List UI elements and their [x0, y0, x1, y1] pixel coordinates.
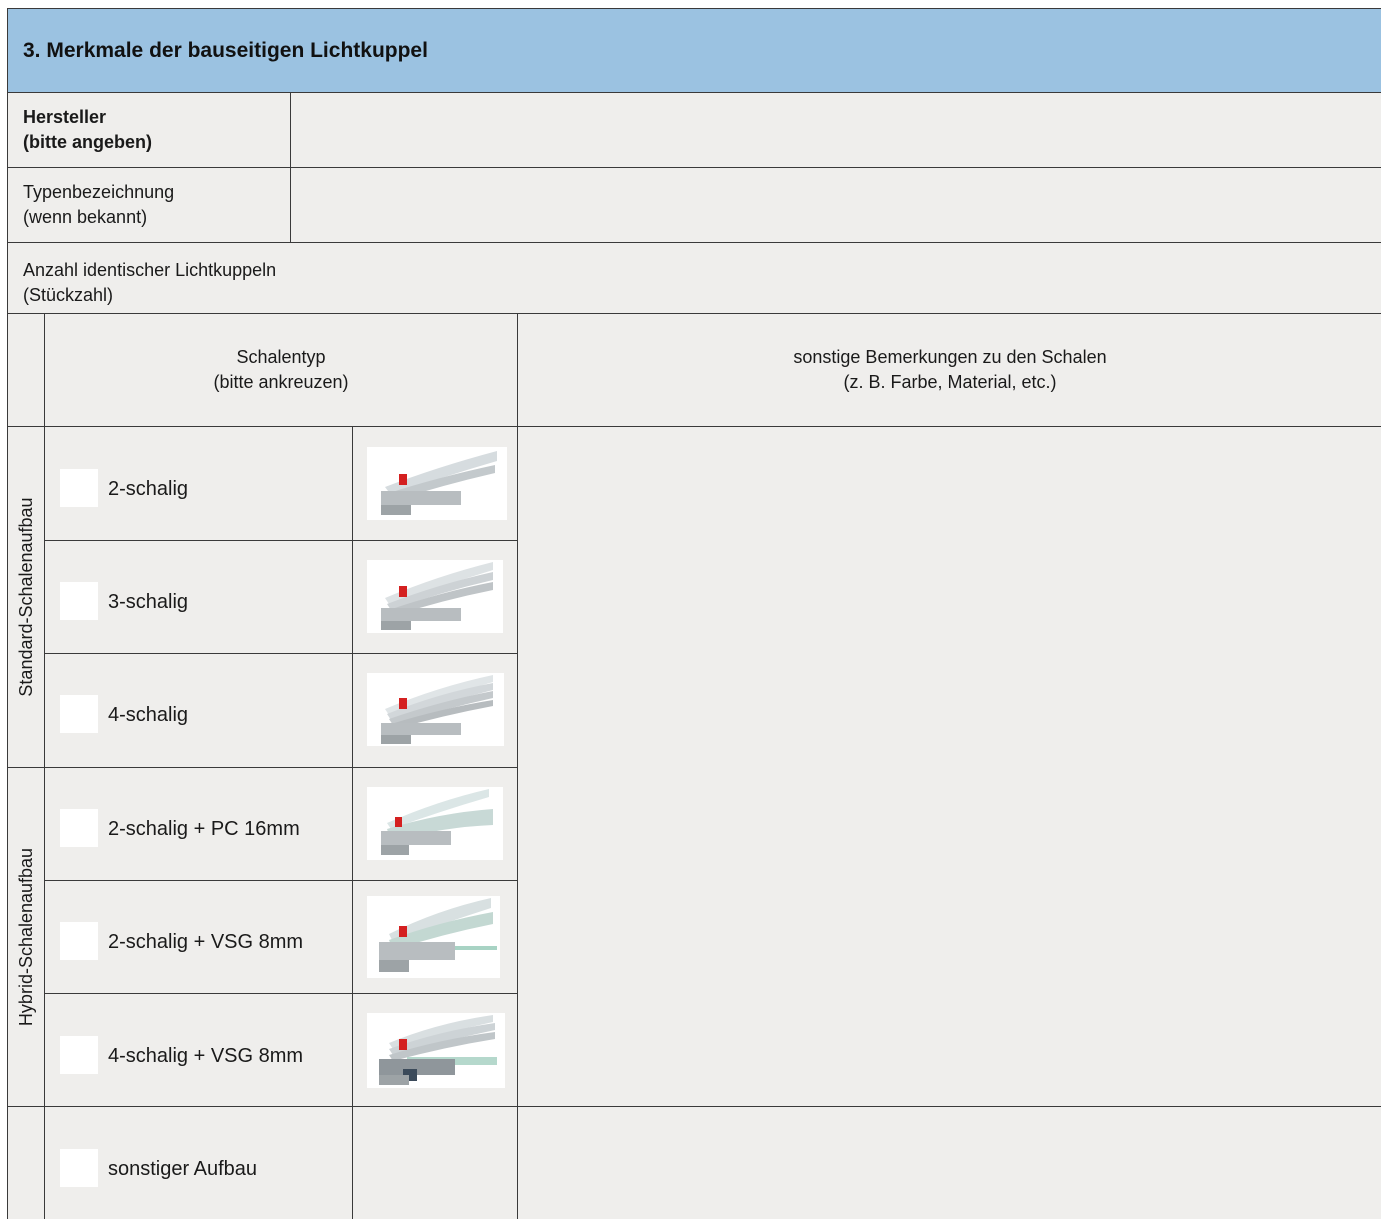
quantity-label-line1: Anzahl identischer Lichtkuppeln	[23, 260, 277, 280]
shell-type-header-line2: (bitte ankreuzen)	[213, 372, 349, 392]
checkbox-sonstiger-aufbau[interactable]	[60, 1149, 98, 1187]
standard-group-label: Standard-Schalenaufbau	[16, 497, 36, 697]
quantity-label-line2: (Stückzahl)	[23, 285, 114, 305]
shell-2-pc-profile-image	[367, 787, 503, 860]
other-remarks-field[interactable]	[518, 1107, 1381, 1219]
shell-2-profile-image	[367, 447, 507, 520]
manufacturer-label: Hersteller (bitte angeben)	[23, 105, 152, 155]
manufacturer-label-line1: Hersteller	[23, 107, 107, 127]
remarks-header-line2: (z. B. Farbe, Material, etc.)	[843, 372, 1057, 392]
type-designation-field[interactable]	[291, 168, 1381, 242]
checkbox-2-schalig-pc-16mm[interactable]	[60, 809, 98, 847]
checkbox-2-schalig-vsg-8mm[interactable]	[60, 922, 98, 960]
quantity-field[interactable]	[348, 243, 1381, 313]
remarks-header-line1: sonstige Bemerkungen zu den Schalen	[793, 347, 1107, 367]
shell-4-vsg-profile-image	[367, 1013, 505, 1088]
manufacturer-field[interactable]	[291, 93, 1381, 167]
manufacturer-label-line2: (bitte angeben)	[23, 132, 152, 152]
shell-4-profile-image	[367, 673, 504, 746]
option-label-4-schalig-vsg-8mm: 4-schalig + VSG 8mm	[108, 1045, 304, 1067]
checkbox-4-schalig[interactable]	[60, 695, 98, 733]
section-title: 3. Merkmale der bauseitigen Lichtkuppel	[23, 39, 428, 62]
remarks-header: sonstige Bemerkungen zu den Schalen (z. …	[518, 345, 1381, 395]
option-label-2-schalig: 2-schalig	[108, 478, 189, 500]
option-label-sonstiger-aufbau: sonstiger Aufbau	[108, 1158, 257, 1180]
checkbox-2-schalig[interactable]	[60, 469, 98, 507]
option-label-2-schalig-vsg-8mm: 2-schalig + VSG 8mm	[108, 931, 304, 953]
checkbox-4-schalig-vsg-8mm[interactable]	[60, 1036, 98, 1074]
shell-type-header-line1: Schalentyp	[236, 347, 326, 367]
type-designation-label-line2: (wenn bekannt)	[23, 207, 148, 227]
shell-type-header: Schalentyp (bitte ankreuzen)	[45, 345, 517, 395]
type-designation-label: Typenbezeichnung (wenn bekannt)	[23, 180, 174, 230]
shell-2-vsg-profile-image	[367, 896, 500, 978]
section-header: 3. Merkmale der bauseitigen Lichtkuppel	[8, 9, 1381, 92]
option-label-2-schalig-pc-16mm: 2-schalig + PC 16mm	[108, 818, 300, 840]
checkbox-3-schalig[interactable]	[60, 582, 98, 620]
option-label-3-schalig: 3-schalig	[108, 591, 189, 613]
remarks-field[interactable]	[518, 427, 1381, 1106]
lichtkuppel-form: 3. Merkmale der bauseitigen Lichtkuppel …	[7, 8, 1381, 1219]
quantity-label: Anzahl identischer Lichtkuppeln (Stückza…	[23, 258, 276, 308]
hybrid-group-label: Hybrid-Schalenaufbau	[16, 847, 36, 1027]
option-label-4-schalig: 4-schalig	[108, 704, 189, 726]
other-image-cell	[353, 1107, 517, 1219]
type-designation-label-line1: Typenbezeichnung	[23, 182, 175, 202]
shell-3-profile-image	[367, 560, 503, 633]
